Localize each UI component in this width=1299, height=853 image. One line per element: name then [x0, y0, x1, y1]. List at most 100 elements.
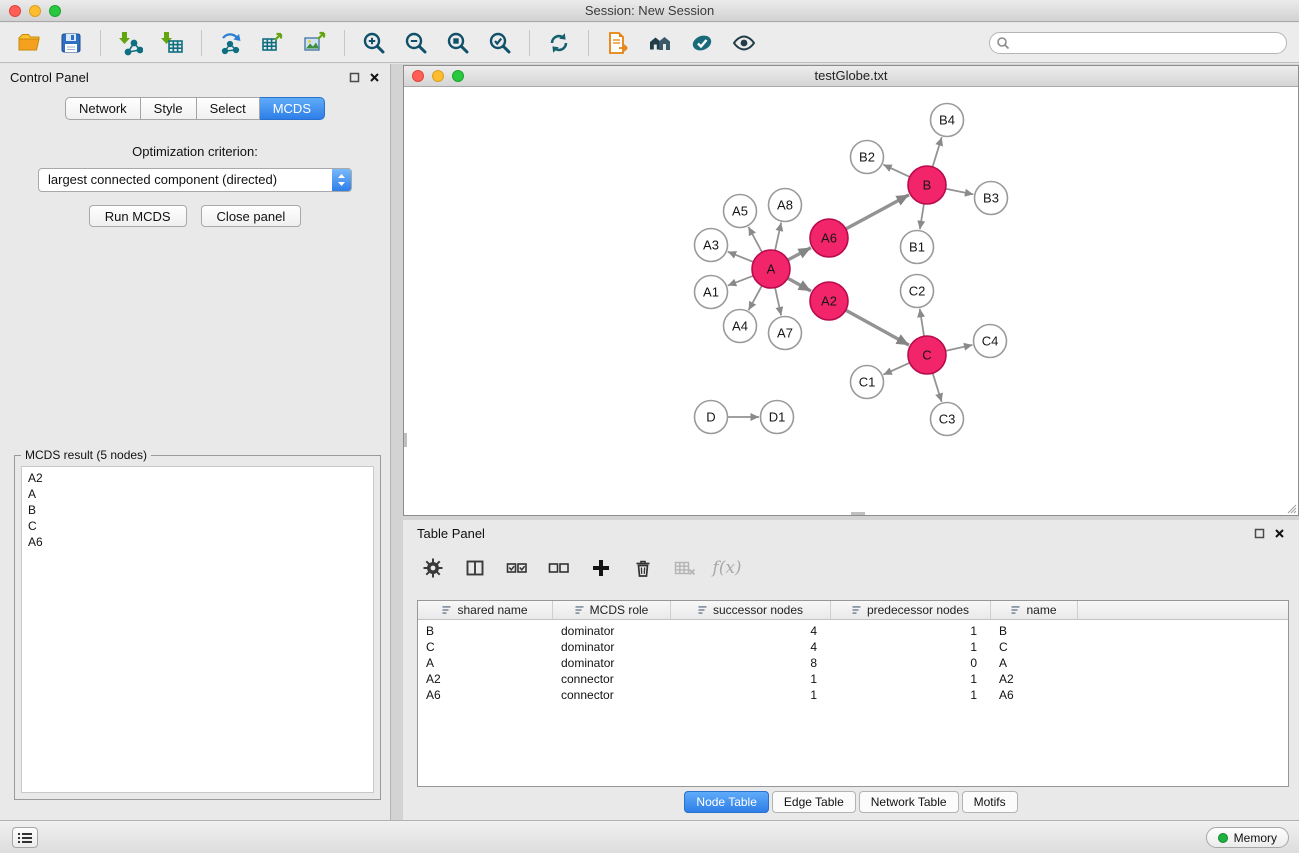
table-cell[interactable]: 1: [831, 640, 991, 654]
table-row[interactable]: Cdominator41C: [418, 639, 1288, 655]
graph-edge-B-B3[interactable]: [946, 189, 974, 195]
open-network-document-button[interactable]: [601, 27, 635, 59]
graph-edge-C-C3[interactable]: [933, 373, 942, 402]
table-cell[interactable]: A: [418, 656, 553, 670]
graph-node-A7[interactable]: A7: [769, 317, 802, 350]
network-canvas[interactable]: AA1A2A3A4A5A6A7A8BB1B2B3B4CC1C2C3C4DD1: [404, 87, 1298, 515]
graph-node-D1[interactable]: D1: [761, 401, 794, 434]
graph-node-C4[interactable]: C4: [974, 325, 1007, 358]
mcds-result-item[interactable]: A: [28, 486, 367, 502]
graph-node-C2[interactable]: C2: [901, 275, 934, 308]
clear-selection-button[interactable]: [547, 556, 571, 580]
table-cell[interactable]: 1: [671, 688, 831, 702]
select-all-rows-button[interactable]: [505, 556, 529, 580]
column-settings-button[interactable]: [421, 556, 445, 580]
zoom-fit-button[interactable]: [441, 27, 475, 59]
close-panel-button[interactable]: Close panel: [201, 205, 302, 227]
graph-node-A5[interactable]: A5: [724, 195, 757, 228]
graph-node-C1[interactable]: C1: [851, 366, 884, 399]
table-cell[interactable]: 1: [831, 624, 991, 638]
zoom-network-window-button[interactable]: [452, 70, 464, 82]
zoom-in-button[interactable]: [357, 27, 391, 59]
zoom-out-button[interactable]: [399, 27, 433, 59]
column-header-MCDS-role[interactable]: MCDS role: [553, 601, 671, 619]
add-row-button[interactable]: [589, 556, 613, 580]
table-cell[interactable]: 4: [671, 624, 831, 638]
graph-edge-A6-B[interactable]: [846, 195, 909, 229]
graph-edge-A-A5[interactable]: [748, 227, 762, 252]
function-builder-button[interactable]: f(x): [715, 556, 739, 580]
graph-edge-B-B2[interactable]: [883, 165, 909, 177]
export-table-button[interactable]: [256, 27, 290, 59]
graph-edge-A-A7[interactable]: [775, 288, 781, 316]
tab-select[interactable]: Select: [197, 97, 260, 120]
tab-mcds[interactable]: MCDS: [260, 97, 325, 120]
graph-node-D[interactable]: D: [695, 401, 728, 434]
graph-edge-C-C2[interactable]: [920, 309, 924, 336]
minimize-window-button[interactable]: [29, 5, 41, 17]
graph-edge-A2-C[interactable]: [846, 310, 909, 345]
task-history-button[interactable]: [12, 827, 38, 848]
validate-style-button[interactable]: [685, 27, 719, 59]
graph-node-A4[interactable]: A4: [724, 310, 757, 343]
graph-node-A8[interactable]: A8: [769, 189, 802, 222]
graph-edge-A-A3[interactable]: [728, 252, 754, 262]
graph-node-C3[interactable]: C3: [931, 403, 964, 436]
delete-rows-button[interactable]: [631, 556, 655, 580]
table-cell[interactable]: A6: [991, 688, 1078, 702]
criterion-select[interactable]: largest connected component (directed): [38, 168, 352, 192]
graph-node-B[interactable]: B: [908, 166, 946, 204]
graph-edge-A-A2[interactable]: [788, 278, 811, 291]
mcds-result-item[interactable]: B: [28, 502, 367, 518]
column-header-name[interactable]: name: [991, 601, 1078, 619]
close-panel-icon[interactable]: [1274, 528, 1285, 539]
table-cell[interactable]: A2: [991, 672, 1078, 686]
resize-handle[interactable]: [1285, 502, 1297, 514]
tab-motifs[interactable]: Motifs: [962, 791, 1018, 813]
graph-edge-A-A6[interactable]: [788, 248, 811, 260]
show-graphics-details-button[interactable]: [727, 27, 761, 59]
column-header-predecessor-nodes[interactable]: predecessor nodes: [831, 601, 991, 619]
tab-edge-table[interactable]: Edge Table: [772, 791, 856, 813]
table-cell[interactable]: A6: [418, 688, 553, 702]
table-cell[interactable]: C: [418, 640, 553, 654]
table-cell[interactable]: B: [991, 624, 1078, 638]
graph-node-B2[interactable]: B2: [851, 141, 884, 174]
table-cell[interactable]: 8: [671, 656, 831, 670]
run-mcds-button[interactable]: Run MCDS: [89, 205, 187, 227]
float-panel-icon[interactable]: [1254, 528, 1265, 539]
tab-node-table[interactable]: Node Table: [684, 791, 769, 813]
graph-edge-A-A8[interactable]: [775, 223, 781, 251]
table-cell[interactable]: connector: [553, 688, 671, 702]
mcds-result-item[interactable]: A2: [28, 470, 367, 486]
graph-edge-B-B4[interactable]: [933, 137, 942, 167]
home-views-button[interactable]: [643, 27, 677, 59]
minimize-network-window-button[interactable]: [432, 70, 444, 82]
apply-layout-button[interactable]: [542, 27, 576, 59]
table-cell[interactable]: 0: [831, 656, 991, 670]
graph-node-A[interactable]: A: [752, 250, 790, 288]
memory-button[interactable]: Memory: [1206, 827, 1289, 848]
import-table-from-file-button[interactable]: [155, 27, 189, 59]
float-panel-icon[interactable]: [349, 72, 360, 83]
graph-node-B3[interactable]: B3: [975, 182, 1008, 215]
table-cell[interactable]: 1: [831, 688, 991, 702]
graph-node-A2[interactable]: A2: [810, 282, 848, 320]
table-cell[interactable]: connector: [553, 672, 671, 686]
table-cell[interactable]: 1: [831, 672, 991, 686]
column-header-shared-name[interactable]: shared name: [418, 601, 553, 619]
export-network-button[interactable]: [214, 27, 248, 59]
search-input[interactable]: [989, 32, 1287, 54]
graph-node-C[interactable]: C: [908, 336, 946, 374]
vertical-scroll-mark[interactable]: [404, 433, 407, 447]
column-header-successor-nodes[interactable]: successor nodes: [671, 601, 831, 619]
table-cell[interactable]: 1: [671, 672, 831, 686]
import-network-from-file-button[interactable]: [113, 27, 147, 59]
export-image-button[interactable]: [298, 27, 332, 59]
tab-network-table[interactable]: Network Table: [859, 791, 959, 813]
tab-style[interactable]: Style: [141, 97, 197, 120]
graph-edge-A-A1[interactable]: [728, 276, 753, 286]
table-cell[interactable]: A: [991, 656, 1078, 670]
delete-table-button[interactable]: [673, 556, 697, 580]
table-cell[interactable]: C: [991, 640, 1078, 654]
